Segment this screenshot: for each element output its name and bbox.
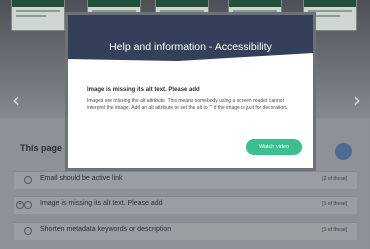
modal-description: Images are missing the alt attribute. Th… <box>87 98 288 111</box>
chevron-left-icon[interactable]: ‹ <box>12 90 20 110</box>
help-icon[interactable] <box>335 143 352 160</box>
issue-count: [1 of these] <box>322 201 347 207</box>
chevron-right-icon[interactable]: › <box>353 90 361 110</box>
issue-label: Image is missing its alt text. Please ad… <box>40 200 163 207</box>
issue-row[interactable]: + Image is missing its alt text. Please … <box>14 196 357 214</box>
carousel-thumbnail[interactable] <box>11 0 65 31</box>
watch-video-button[interactable]: Watch video <box>246 139 302 155</box>
issue-count: [2 of these] <box>322 176 347 182</box>
circle-icon <box>24 201 32 209</box>
issue-label: Email should be active link <box>40 175 123 182</box>
issue-label: Shorten metadata keywords or description <box>40 226 172 233</box>
issue-count: [1 of these] <box>322 227 347 233</box>
help-modal: Help and information - Accessibility Ima… <box>65 12 316 171</box>
modal-title: Help and information - Accessibility <box>109 41 272 53</box>
modal-subtitle: Image is missing its alt text. Please ad… <box>87 87 200 93</box>
circle-icon <box>24 176 32 184</box>
issue-row[interactable]: Shorten metadata keywords or description… <box>14 222 357 240</box>
panel-title: This page l <box>20 143 68 153</box>
plus-circle-icon[interactable]: + <box>16 201 24 209</box>
issue-row[interactable]: Email should be active link [2 of these] <box>14 171 357 189</box>
circle-icon <box>24 227 32 235</box>
